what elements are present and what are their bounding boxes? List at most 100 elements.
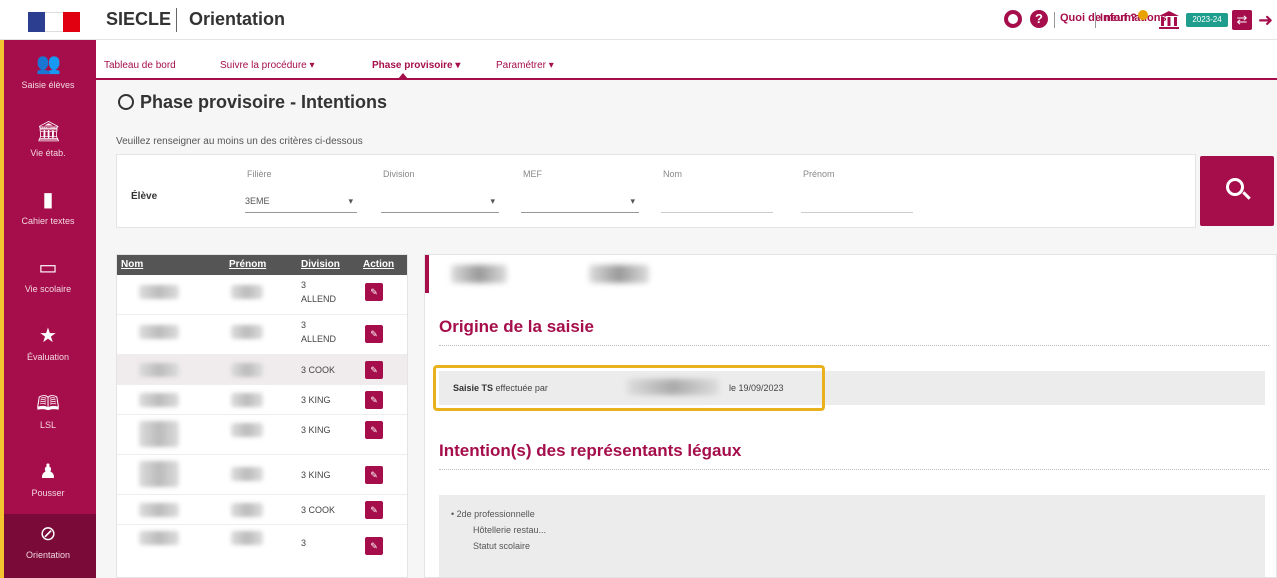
- redacted-student-name: [451, 265, 507, 283]
- top-header: SIECLE Orientation ? Quoi de neuf ? Info…: [0, 0, 1277, 40]
- sidebar-item-label: Orientation: [25, 550, 71, 560]
- section-divider: [439, 469, 1269, 470]
- mef-select[interactable]: ▾: [521, 189, 639, 213]
- redacted-name: [139, 325, 179, 339]
- filter-row-label: Élève: [131, 191, 158, 202]
- republic-logo: [28, 12, 80, 32]
- edit-icon[interactable]: ✎: [365, 537, 383, 555]
- menu-suivre-procedure[interactable]: Suivre la procédure ▾: [220, 60, 315, 71]
- chevron-down-icon: ▾: [348, 196, 353, 206]
- chevron-down-icon: ▾: [490, 196, 495, 206]
- sidebar-item-label: Vie étab.: [30, 148, 66, 158]
- table-row[interactable]: 3 KING ✎: [117, 415, 407, 455]
- redacted-firstname: [231, 325, 263, 339]
- redacted-name: [139, 285, 179, 299]
- search-button[interactable]: [1200, 156, 1274, 226]
- notebook-icon: ▮: [42, 189, 54, 211]
- nom-input[interactable]: [661, 189, 773, 213]
- focus-strip: [0, 40, 4, 578]
- col-division[interactable]: Division: [301, 259, 340, 270]
- student-identity-header: [425, 255, 1276, 293]
- redacted-firstname: [231, 531, 263, 545]
- menu-parametrer[interactable]: Paramétrer ▾: [496, 60, 554, 71]
- table-row[interactable]: 3 ALLEND ✎: [117, 275, 407, 315]
- edit-icon[interactable]: ✎: [365, 283, 383, 301]
- edit-icon[interactable]: ✎: [365, 391, 383, 409]
- header-separator: [1095, 12, 1096, 28]
- redacted-firstname: [231, 363, 263, 377]
- users-icon: 👥: [36, 53, 61, 75]
- redacted-firstname: [231, 393, 263, 407]
- calendar-icon: ▭: [38, 257, 58, 279]
- table-row[interactable]: 3 COOK ✎: [117, 355, 407, 385]
- notification-badge: [1138, 10, 1148, 20]
- prenom-label: Prénom: [803, 169, 835, 179]
- row-division: 3 COOK: [301, 505, 336, 515]
- page-title: Phase provisoire - Intentions: [118, 92, 387, 113]
- menu-phase-provisoire[interactable]: Phase provisoire ▾: [372, 60, 460, 71]
- edit-icon[interactable]: ✎: [365, 501, 383, 519]
- sidebar-item-pousser[interactable]: ♟ Pousser: [0, 452, 96, 516]
- redacted-name: [139, 461, 179, 487]
- module-name[interactable]: Orientation: [189, 9, 285, 30]
- col-prenom[interactable]: Prénom: [229, 259, 266, 270]
- main-content: Tableau de bord Suivre la procédure ▾ Ph…: [96, 40, 1277, 578]
- table-row[interactable]: 3 ✎: [117, 525, 407, 577]
- edit-icon[interactable]: ✎: [365, 421, 383, 439]
- book-icon: 🕮: [36, 393, 60, 415]
- lifebuoy-icon[interactable]: [1004, 10, 1022, 28]
- compass-icon: [118, 94, 134, 110]
- bank-icon[interactable]: [1158, 10, 1180, 30]
- origin-section-title: Origine de la saisie: [439, 317, 594, 336]
- criteria-hint: Veuillez renseigner au moins un des crit…: [116, 136, 363, 147]
- filiere-select[interactable]: 3EME ▾: [245, 189, 357, 213]
- highlight-annotation: [433, 365, 825, 411]
- section-divider: [439, 345, 1269, 346]
- filiere-value: 3EME: [245, 196, 270, 206]
- row-division: ALLEND: [301, 294, 337, 304]
- active-menu-indicator: [398, 73, 408, 79]
- sidebar-item-label: LSL: [39, 420, 56, 430]
- sidebar-item-label: Vie scolaire: [24, 284, 72, 294]
- prenom-input[interactable]: [801, 189, 913, 213]
- redacted-firstname: [231, 423, 263, 437]
- sidebar-item-evaluation[interactable]: ★ Évaluation: [0, 316, 96, 380]
- edit-icon[interactable]: ✎: [365, 466, 383, 484]
- redacted-name: [139, 503, 179, 517]
- header-divider: [176, 8, 177, 32]
- row-division: ALLEND: [301, 334, 337, 344]
- menu-tableau-de-bord[interactable]: Tableau de bord: [104, 60, 176, 71]
- row-division: 3 COOK: [301, 365, 336, 375]
- sidebar-item-cahier-textes[interactable]: ▮ Cahier textes: [0, 180, 96, 244]
- col-action: Action: [363, 259, 395, 270]
- informations-link[interactable]: Informations: [1100, 12, 1167, 24]
- col-nom[interactable]: Nom: [121, 259, 143, 270]
- division-select[interactable]: ▾: [381, 189, 499, 213]
- student-table: Nom Prénom Division Action 3 ALLEND ✎ 3 …: [116, 254, 408, 578]
- school-year-chip[interactable]: 2023-24: [1186, 13, 1228, 27]
- swap-icon[interactable]: ⇄: [1232, 10, 1252, 30]
- division-label: Division: [383, 169, 415, 179]
- sidebar-item-lsl[interactable]: 🕮 LSL: [0, 384, 96, 448]
- sidebar-item-orientation[interactable]: ⊘ Orientation: [0, 514, 96, 578]
- sidebar-item-label: Saisie élèves: [21, 80, 75, 90]
- table-row[interactable]: 3 KING ✎: [117, 455, 407, 495]
- logout-icon[interactable]: ➜: [1258, 10, 1276, 30]
- sub-menu: Tableau de bord Suivre la procédure ▾ Ph…: [96, 40, 1277, 80]
- intention-line: Hôtellerie restau...: [473, 525, 547, 535]
- sidebar-item-label: Évaluation: [26, 352, 70, 362]
- sidebar-item-vie-scolaire[interactable]: ▭ Vie scolaire: [0, 248, 96, 312]
- intention-detail-panel: Origine de la saisie Saisie TS effectuée…: [424, 254, 1277, 578]
- compass-icon: ⊘: [39, 523, 57, 545]
- redacted-student-firstname: [589, 265, 649, 283]
- table-scrollbar[interactable]: [407, 275, 408, 578]
- table-row[interactable]: 3 ALLEND ✎: [117, 315, 407, 355]
- table-row[interactable]: 3 COOK ✎: [117, 495, 407, 525]
- edit-icon[interactable]: ✎: [365, 325, 383, 343]
- sidebar-item-saisie[interactable]: 👥 Saisie élèves: [0, 44, 96, 108]
- table-row[interactable]: 3 KING ✎: [117, 385, 407, 415]
- edit-icon[interactable]: ✎: [365, 361, 383, 379]
- redacted-firstname: [231, 285, 263, 299]
- sidebar-item-vie-etab[interactable]: 🏛 Vie étab.: [0, 112, 96, 176]
- help-icon[interactable]: ?: [1030, 10, 1048, 28]
